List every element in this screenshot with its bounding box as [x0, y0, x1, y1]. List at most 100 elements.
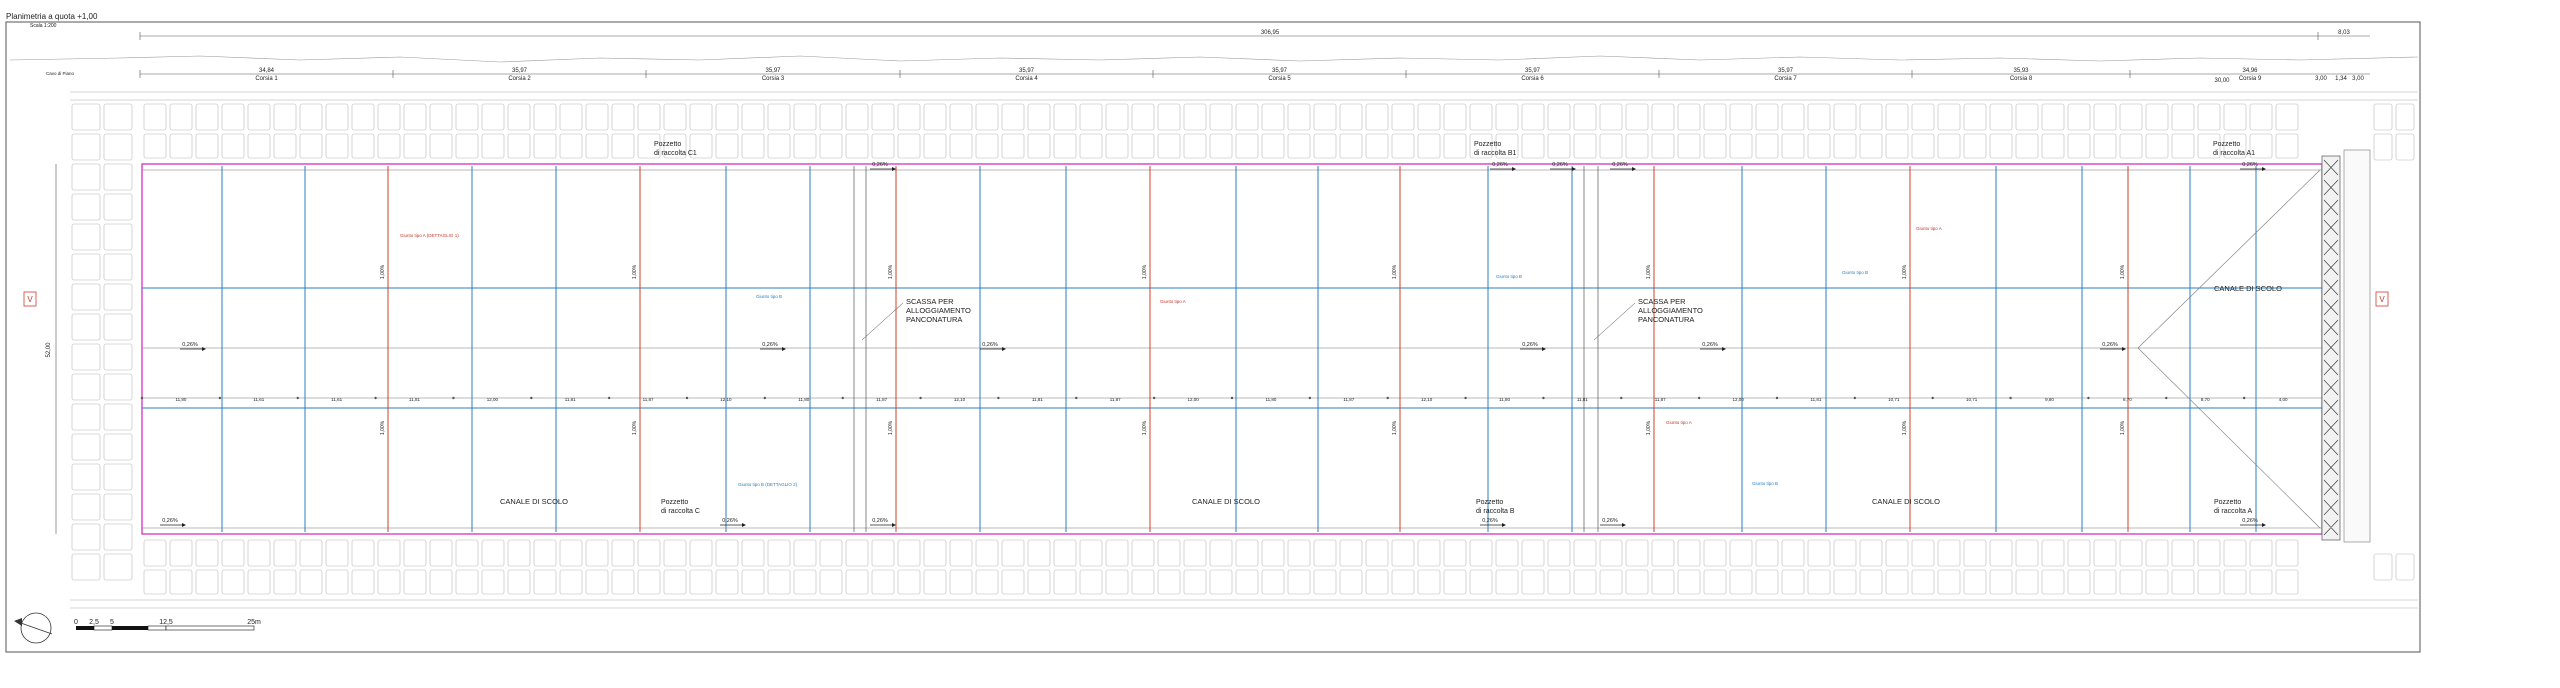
scassa-2-line3: PANCONATURA	[1638, 315, 1694, 324]
parking-cell	[2197, 539, 2221, 567]
parking-cell	[2145, 569, 2169, 595]
parking-cell	[2093, 539, 2117, 567]
parking-cell	[2093, 133, 2117, 159]
parking-cell	[1365, 539, 1389, 567]
parking-cell	[2395, 553, 2415, 581]
parking-cell	[559, 569, 583, 595]
parking-cell	[1391, 539, 1415, 567]
parking-cell	[1261, 103, 1285, 131]
bay-dim-value: 35,97	[1525, 68, 1541, 74]
parking-cell	[611, 539, 635, 567]
slope-label: 0,26%	[982, 342, 998, 348]
parking-cell	[793, 133, 817, 159]
parking-cell	[103, 523, 133, 551]
parking-cell	[1937, 539, 1961, 567]
parking-cell	[299, 103, 323, 131]
parking-cell	[2119, 539, 2143, 567]
parking-cell	[1547, 103, 1571, 131]
parking-cell	[533, 133, 557, 159]
parking-cell	[1625, 539, 1649, 567]
parking-cell	[663, 103, 687, 131]
parking-cell	[103, 433, 133, 461]
parking-cell	[247, 103, 271, 131]
parking-cell	[1105, 133, 1129, 159]
parking-cell	[2145, 133, 2169, 159]
parking-cell	[1313, 539, 1337, 567]
parking-cell	[1911, 133, 1935, 159]
parking-cell	[871, 539, 895, 567]
parking-cell	[767, 569, 791, 595]
parking-cell	[1443, 569, 1467, 595]
mid-dim-node	[530, 396, 533, 400]
bay-dim-value: 35,97	[765, 68, 781, 74]
parking-cell	[1755, 133, 1779, 159]
parking-cell	[819, 103, 843, 131]
parking-cell	[1859, 103, 1883, 131]
parking-cell	[1495, 539, 1519, 567]
parking-cell	[1209, 539, 1233, 567]
pozzetto-b1-line2: di raccolta B1	[1474, 150, 1517, 157]
slope-label: 0,26%	[872, 518, 888, 524]
scale-tick-4: 25m	[247, 619, 261, 626]
slope-vertical-label: 1,00%	[1392, 420, 1398, 435]
pozzetto-c1-line2: di raccolta C1	[654, 150, 697, 157]
parking-cell	[273, 133, 297, 159]
parking-cell	[1677, 103, 1701, 131]
roof-profile-line	[9, 55, 2419, 63]
parking-cell	[1755, 539, 1779, 567]
mid-dim-node	[2242, 396, 2246, 400]
note-blue-a-3: Giunto tipo B	[1842, 270, 1868, 275]
parking-cell	[1443, 539, 1467, 567]
parking-cell	[1573, 539, 1597, 567]
parking-cell	[1339, 569, 1363, 595]
mid-dim-value: 11,81	[409, 397, 420, 402]
parking-cell	[1287, 133, 1311, 159]
right-dim-1: 30,00	[2214, 78, 2230, 84]
parking-cell	[1131, 569, 1155, 595]
parking-cell	[1885, 103, 1909, 131]
parking-cell	[1261, 133, 1285, 159]
parking-cell	[949, 539, 973, 567]
mid-dim-value: 11,81	[565, 397, 576, 402]
parking-cell	[455, 103, 479, 131]
parking-cell	[897, 539, 921, 567]
floor-plan-drawing: Planimetria a quota +1,00 Scala 1:200 30…	[5, 12, 2421, 653]
parking-cell	[975, 569, 999, 595]
parking-cell	[273, 539, 297, 567]
mid-dim-node	[763, 396, 767, 400]
parking-cell	[1209, 103, 1233, 131]
parking-cell	[2041, 569, 2065, 595]
mid-dim-node	[607, 396, 611, 400]
parking-cell	[1807, 569, 1831, 595]
parking-cell	[2145, 103, 2169, 131]
parking-cell	[1365, 569, 1389, 595]
parking-cell	[2041, 103, 2065, 131]
parking-cell	[1469, 103, 1493, 131]
parking-cell	[2249, 569, 2273, 595]
pozzetto-b-line1: Pozzetto	[1476, 499, 1503, 506]
extra-dim-label: 8,03	[2338, 30, 2350, 36]
parking-cell	[1755, 103, 1779, 131]
parking-cell	[1963, 569, 1987, 595]
bay-label: Corsia 9	[2239, 76, 2262, 82]
pozzetto-c-line1: Pozzetto	[661, 499, 688, 506]
parking-cell	[715, 539, 739, 567]
north-arrow-icon	[14, 618, 22, 626]
parking-cell	[2395, 103, 2415, 131]
parking-cell	[1287, 569, 1311, 595]
bay-dim-value: 34,96	[2242, 68, 2258, 74]
parking-cell	[1885, 539, 1909, 567]
parking-cell	[1417, 569, 1441, 595]
parking-cell	[1703, 539, 1727, 567]
parking-cell	[103, 253, 133, 281]
parking-cell	[1443, 103, 1467, 131]
parking-cell	[169, 569, 193, 595]
scale-tick-0: 0	[74, 619, 78, 626]
parking-cell	[585, 539, 609, 567]
parking-cell	[2197, 103, 2221, 131]
canale-label-4: CANALE DI SCOLO	[2214, 284, 2282, 293]
parking-cell	[793, 103, 817, 131]
right-strip	[2343, 149, 2371, 543]
parking-cell	[1183, 539, 1207, 567]
parking-cell	[2015, 103, 2039, 131]
